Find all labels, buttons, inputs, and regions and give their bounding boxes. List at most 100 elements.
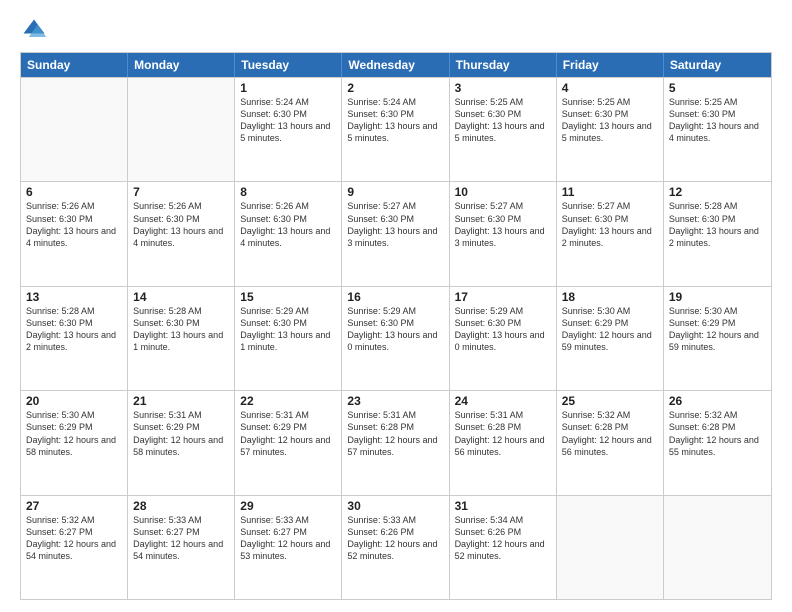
day-info: Sunrise: 5:24 AM Sunset: 6:30 PM Dayligh… (240, 96, 336, 145)
day-header-wednesday: Wednesday (342, 53, 449, 77)
day-number: 29 (240, 499, 336, 513)
day-number: 27 (26, 499, 122, 513)
day-cell-27: 27Sunrise: 5:32 AM Sunset: 6:27 PM Dayli… (21, 496, 128, 599)
day-number: 11 (562, 185, 658, 199)
day-number: 8 (240, 185, 336, 199)
day-number: 4 (562, 81, 658, 95)
calendar-week-4: 27Sunrise: 5:32 AM Sunset: 6:27 PM Dayli… (21, 495, 771, 599)
day-cell-18: 18Sunrise: 5:30 AM Sunset: 6:29 PM Dayli… (557, 287, 664, 390)
day-number: 9 (347, 185, 443, 199)
day-header-saturday: Saturday (664, 53, 771, 77)
day-number: 12 (669, 185, 766, 199)
empty-cell (664, 496, 771, 599)
day-number: 22 (240, 394, 336, 408)
page: SundayMondayTuesdayWednesdayThursdayFrid… (0, 0, 792, 612)
day-info: Sunrise: 5:32 AM Sunset: 6:28 PM Dayligh… (562, 409, 658, 458)
day-cell-1: 1Sunrise: 5:24 AM Sunset: 6:30 PM Daylig… (235, 78, 342, 181)
day-cell-4: 4Sunrise: 5:25 AM Sunset: 6:30 PM Daylig… (557, 78, 664, 181)
day-cell-21: 21Sunrise: 5:31 AM Sunset: 6:29 PM Dayli… (128, 391, 235, 494)
calendar-week-3: 20Sunrise: 5:30 AM Sunset: 6:29 PM Dayli… (21, 390, 771, 494)
day-info: Sunrise: 5:31 AM Sunset: 6:29 PM Dayligh… (133, 409, 229, 458)
day-cell-26: 26Sunrise: 5:32 AM Sunset: 6:28 PM Dayli… (664, 391, 771, 494)
calendar-week-0: 1Sunrise: 5:24 AM Sunset: 6:30 PM Daylig… (21, 77, 771, 181)
day-cell-12: 12Sunrise: 5:28 AM Sunset: 6:30 PM Dayli… (664, 182, 771, 285)
day-cell-29: 29Sunrise: 5:33 AM Sunset: 6:27 PM Dayli… (235, 496, 342, 599)
day-header-thursday: Thursday (450, 53, 557, 77)
day-number: 5 (669, 81, 766, 95)
day-cell-25: 25Sunrise: 5:32 AM Sunset: 6:28 PM Dayli… (557, 391, 664, 494)
calendar-header: SundayMondayTuesdayWednesdayThursdayFrid… (21, 53, 771, 77)
day-cell-3: 3Sunrise: 5:25 AM Sunset: 6:30 PM Daylig… (450, 78, 557, 181)
day-info: Sunrise: 5:27 AM Sunset: 6:30 PM Dayligh… (562, 200, 658, 249)
day-number: 25 (562, 394, 658, 408)
day-info: Sunrise: 5:33 AM Sunset: 6:26 PM Dayligh… (347, 514, 443, 563)
day-number: 28 (133, 499, 229, 513)
empty-cell (21, 78, 128, 181)
day-number: 18 (562, 290, 658, 304)
day-info: Sunrise: 5:34 AM Sunset: 6:26 PM Dayligh… (455, 514, 551, 563)
day-info: Sunrise: 5:25 AM Sunset: 6:30 PM Dayligh… (562, 96, 658, 145)
day-number: 26 (669, 394, 766, 408)
day-info: Sunrise: 5:24 AM Sunset: 6:30 PM Dayligh… (347, 96, 443, 145)
day-number: 24 (455, 394, 551, 408)
day-cell-15: 15Sunrise: 5:29 AM Sunset: 6:30 PM Dayli… (235, 287, 342, 390)
day-info: Sunrise: 5:31 AM Sunset: 6:28 PM Dayligh… (347, 409, 443, 458)
day-number: 21 (133, 394, 229, 408)
day-info: Sunrise: 5:27 AM Sunset: 6:30 PM Dayligh… (347, 200, 443, 249)
calendar-body: 1Sunrise: 5:24 AM Sunset: 6:30 PM Daylig… (21, 77, 771, 599)
day-number: 16 (347, 290, 443, 304)
day-number: 19 (669, 290, 766, 304)
day-cell-7: 7Sunrise: 5:26 AM Sunset: 6:30 PM Daylig… (128, 182, 235, 285)
day-info: Sunrise: 5:27 AM Sunset: 6:30 PM Dayligh… (455, 200, 551, 249)
day-info: Sunrise: 5:33 AM Sunset: 6:27 PM Dayligh… (240, 514, 336, 563)
logo-icon (20, 16, 48, 44)
day-cell-16: 16Sunrise: 5:29 AM Sunset: 6:30 PM Dayli… (342, 287, 449, 390)
empty-cell (557, 496, 664, 599)
day-number: 13 (26, 290, 122, 304)
day-cell-28: 28Sunrise: 5:33 AM Sunset: 6:27 PM Dayli… (128, 496, 235, 599)
day-cell-10: 10Sunrise: 5:27 AM Sunset: 6:30 PM Dayli… (450, 182, 557, 285)
logo (20, 16, 52, 44)
day-info: Sunrise: 5:33 AM Sunset: 6:27 PM Dayligh… (133, 514, 229, 563)
day-info: Sunrise: 5:30 AM Sunset: 6:29 PM Dayligh… (562, 305, 658, 354)
day-cell-19: 19Sunrise: 5:30 AM Sunset: 6:29 PM Dayli… (664, 287, 771, 390)
day-info: Sunrise: 5:26 AM Sunset: 6:30 PM Dayligh… (26, 200, 122, 249)
day-number: 6 (26, 185, 122, 199)
day-cell-31: 31Sunrise: 5:34 AM Sunset: 6:26 PM Dayli… (450, 496, 557, 599)
day-info: Sunrise: 5:25 AM Sunset: 6:30 PM Dayligh… (669, 96, 766, 145)
day-cell-2: 2Sunrise: 5:24 AM Sunset: 6:30 PM Daylig… (342, 78, 449, 181)
day-info: Sunrise: 5:32 AM Sunset: 6:28 PM Dayligh… (669, 409, 766, 458)
day-number: 14 (133, 290, 229, 304)
empty-cell (128, 78, 235, 181)
day-header-tuesday: Tuesday (235, 53, 342, 77)
day-header-friday: Friday (557, 53, 664, 77)
day-info: Sunrise: 5:26 AM Sunset: 6:30 PM Dayligh… (240, 200, 336, 249)
day-number: 3 (455, 81, 551, 95)
day-info: Sunrise: 5:28 AM Sunset: 6:30 PM Dayligh… (669, 200, 766, 249)
day-info: Sunrise: 5:25 AM Sunset: 6:30 PM Dayligh… (455, 96, 551, 145)
day-number: 10 (455, 185, 551, 199)
day-number: 1 (240, 81, 336, 95)
day-cell-23: 23Sunrise: 5:31 AM Sunset: 6:28 PM Dayli… (342, 391, 449, 494)
day-number: 17 (455, 290, 551, 304)
day-info: Sunrise: 5:29 AM Sunset: 6:30 PM Dayligh… (455, 305, 551, 354)
day-number: 7 (133, 185, 229, 199)
day-info: Sunrise: 5:30 AM Sunset: 6:29 PM Dayligh… (669, 305, 766, 354)
day-number: 15 (240, 290, 336, 304)
day-cell-14: 14Sunrise: 5:28 AM Sunset: 6:30 PM Dayli… (128, 287, 235, 390)
day-cell-8: 8Sunrise: 5:26 AM Sunset: 6:30 PM Daylig… (235, 182, 342, 285)
day-info: Sunrise: 5:31 AM Sunset: 6:28 PM Dayligh… (455, 409, 551, 458)
day-header-monday: Monday (128, 53, 235, 77)
day-info: Sunrise: 5:28 AM Sunset: 6:30 PM Dayligh… (26, 305, 122, 354)
day-info: Sunrise: 5:32 AM Sunset: 6:27 PM Dayligh… (26, 514, 122, 563)
day-cell-6: 6Sunrise: 5:26 AM Sunset: 6:30 PM Daylig… (21, 182, 128, 285)
day-cell-11: 11Sunrise: 5:27 AM Sunset: 6:30 PM Dayli… (557, 182, 664, 285)
day-info: Sunrise: 5:30 AM Sunset: 6:29 PM Dayligh… (26, 409, 122, 458)
day-number: 20 (26, 394, 122, 408)
day-cell-13: 13Sunrise: 5:28 AM Sunset: 6:30 PM Dayli… (21, 287, 128, 390)
day-cell-17: 17Sunrise: 5:29 AM Sunset: 6:30 PM Dayli… (450, 287, 557, 390)
day-header-sunday: Sunday (21, 53, 128, 77)
day-cell-9: 9Sunrise: 5:27 AM Sunset: 6:30 PM Daylig… (342, 182, 449, 285)
day-cell-24: 24Sunrise: 5:31 AM Sunset: 6:28 PM Dayli… (450, 391, 557, 494)
day-cell-30: 30Sunrise: 5:33 AM Sunset: 6:26 PM Dayli… (342, 496, 449, 599)
